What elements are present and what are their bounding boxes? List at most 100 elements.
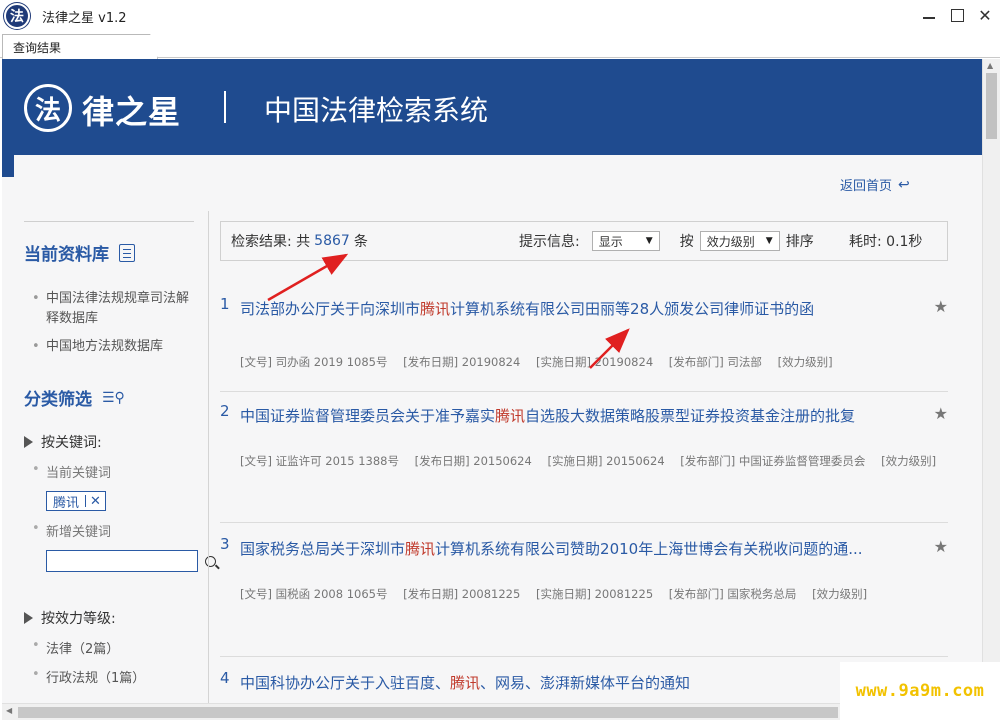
title-text: 国家税务总局关于深圳市 xyxy=(240,540,406,558)
title-text: 、网易、澎湃新媒体平台的通知 xyxy=(480,674,691,692)
summary-suffix: 条 xyxy=(353,234,368,250)
meta-publish-date: [发布日期] 20081225 xyxy=(403,587,521,601)
watermark: www.9a9m.com xyxy=(840,662,1000,720)
brand-logo-glyph: 法 xyxy=(34,95,61,126)
minimize-button[interactable] xyxy=(920,4,938,26)
title-text: 中国证券监督管理委员会关于准予嘉实 xyxy=(240,407,496,425)
keyword-tag: 腾讯 ✕ xyxy=(46,491,106,511)
result-item: 3 国家税务总局关于深圳市腾讯计算机系统有限公司赞助2010年上海世博会有关税收… xyxy=(220,523,948,657)
summary-prefix: 检索结果: 共 xyxy=(231,234,311,250)
app-logo-glyph: 法 xyxy=(10,9,24,25)
keyword-group-label: 按关键词: xyxy=(41,435,102,451)
display-options: 提示信息: 显示 ▼ 按 效力级别 ▼ 排序 xyxy=(519,231,814,251)
meta-doc-number: [文号] 证监许可 2015 1388号 xyxy=(240,454,399,468)
result-meta: [文号] 国税函 2008 1065号 [发布日期] 20081225 [实施日… xyxy=(240,586,948,602)
dropdown-arrow-icon: ▼ xyxy=(765,236,773,246)
favorite-star-icon[interactable]: ★ xyxy=(934,537,948,556)
keyword-highlight: 腾讯 xyxy=(450,674,481,692)
result-item: 1 司法部办公厅关于向深圳市腾讯计算机系统有限公司田丽等28人颁发公司律师证书的… xyxy=(220,295,948,392)
header-banner: 法 律之星 中国法律检索系统 xyxy=(2,59,982,155)
sort-select-value: 效力级别 xyxy=(706,234,755,249)
meta-department: [发布部门] 国家税务总局 xyxy=(668,587,797,601)
title-bar: 法 法律之星 v1.2 ✕ xyxy=(0,0,1000,32)
keyword-group-toggle[interactable]: 按关键词: xyxy=(24,432,194,452)
main-content: 返回首页 ↩ 当前资料库 中国法律法规规章司法解释数据库 中国地方法规数据库 分… xyxy=(2,155,982,703)
keyword-search-button[interactable] xyxy=(205,555,216,567)
scroll-up-icon[interactable]: ▲ xyxy=(987,61,993,70)
keyword-search-box xyxy=(46,550,216,572)
home-link-label: 返回首页 xyxy=(840,179,893,194)
close-icon: ✕ xyxy=(978,5,992,25)
app-logo-icon: 法 xyxy=(4,3,30,29)
title-text: 计算机系统有限公司田丽等28人颁发公司律师证书的函 xyxy=(450,300,815,318)
hint-label: 提示信息: xyxy=(519,234,580,250)
sidebar-divider xyxy=(24,221,194,222)
horizontal-scrollbar[interactable]: ◀ xyxy=(2,703,982,720)
favorite-star-icon[interactable]: ★ xyxy=(934,404,948,423)
keyword-highlight: 腾讯 xyxy=(495,407,526,425)
database-item[interactable]: 中国法律法规规章司法解释数据库 xyxy=(24,289,194,329)
minimize-icon xyxy=(923,17,935,19)
vertical-scroll-thumb[interactable] xyxy=(986,73,997,139)
elapsed-time: 耗时: 0.1秒 xyxy=(849,234,923,250)
result-item: 4 中国科协办公厅关于入驻百度、腾讯、网易、澎湃新媒体平台的通知 xyxy=(220,657,948,697)
result-title-link[interactable]: 中国证券监督管理委员会关于准予嘉实腾讯自选股大数据策略股票型证券投资基金注册的批… xyxy=(240,402,900,430)
tab-query-results[interactable]: 查询结果 xyxy=(2,34,158,59)
sort-select[interactable]: 效力级别 ▼ xyxy=(699,231,780,251)
meta-doc-number: [文号] 国税函 2008 1065号 xyxy=(240,587,388,601)
level-item[interactable]: 行政法规（1篇） xyxy=(24,667,194,686)
meta-department: [发布部门] 中国证券监督管理委员会 xyxy=(680,454,866,468)
filter-heading: 分类筛选 ☰⚲ xyxy=(24,385,194,411)
return-icon: ↩ xyxy=(898,176,910,193)
meta-level: [效力级别] xyxy=(777,355,833,369)
maximize-icon xyxy=(950,8,964,22)
result-number: 3 xyxy=(220,535,230,553)
sort-prefix: 按 xyxy=(679,234,694,250)
meta-publish-date: [发布日期] 20190824 xyxy=(403,355,521,369)
window-controls: ✕ xyxy=(920,4,994,26)
results-list: 1 司法部办公厅关于向深圳市腾讯计算机系统有限公司田丽等28人颁发公司律师证书的… xyxy=(220,295,948,697)
title-text: 司法部办公厅关于向深圳市 xyxy=(240,300,421,318)
banner-divider xyxy=(224,91,226,123)
favorite-star-icon[interactable]: ★ xyxy=(934,297,948,316)
remove-keyword-icon[interactable]: ✕ xyxy=(86,494,105,509)
result-meta: [文号] 证监许可 2015 1388号 [发布日期] 20150624 [实施… xyxy=(240,453,948,469)
meta-doc-number: [文号] 司办函 2019 1085号 xyxy=(240,355,388,369)
scroll-left-icon[interactable]: ◀ xyxy=(6,706,12,715)
level-group-toggle[interactable]: 按效力等级: xyxy=(24,608,194,628)
database-list: 中国法律法规规章司法解释数据库 中国地方法规数据库 xyxy=(24,289,194,357)
result-count: 5867 xyxy=(314,233,350,249)
result-title-link[interactable]: 中国科协办公厅关于入驻百度、腾讯、网易、澎湃新媒体平台的通知 xyxy=(240,669,900,697)
result-title-link[interactable]: 国家税务总局关于深圳市腾讯计算机系统有限公司赞助2010年上海世博会有关税收问题… xyxy=(240,535,900,563)
keyword-highlight: 腾讯 xyxy=(420,300,451,318)
result-meta: [文号] 司办函 2019 1085号 [发布日期] 20190824 [实施日… xyxy=(240,354,948,370)
meta-level: [效力级别] xyxy=(881,454,937,468)
database-heading-label: 当前资料库 xyxy=(24,245,109,265)
close-button[interactable]: ✕ xyxy=(976,4,994,26)
level-item[interactable]: 法律（2篇） xyxy=(24,638,194,657)
horizontal-scroll-thumb[interactable] xyxy=(18,707,838,718)
expand-triangle-icon xyxy=(24,436,33,448)
maximize-button[interactable] xyxy=(948,4,966,26)
result-number: 4 xyxy=(220,669,230,687)
database-item[interactable]: 中国地方法规数据库 xyxy=(24,337,194,357)
meta-effective-date: [实施日期] 20081225 xyxy=(535,587,654,601)
tab-strip: 查询结果 xyxy=(0,32,1000,59)
sidebar-results-divider xyxy=(208,211,209,703)
keyword-search-input[interactable] xyxy=(47,551,205,571)
meta-effective-date: [实施日期] 20190824 xyxy=(535,355,654,369)
meta-effective-date: [实施日期] 20150624 xyxy=(547,454,665,468)
hint-select[interactable]: 显示 ▼ xyxy=(591,231,660,251)
result-title-link[interactable]: 司法部办公厅关于向深圳市腾讯计算机系统有限公司田丽等28人颁发公司律师证书的函 xyxy=(240,295,900,323)
brand-logo-icon: 法 xyxy=(24,84,72,132)
meta-publish-date: [发布日期] 20150624 xyxy=(414,454,532,468)
result-item: 2 中国证券监督管理委员会关于准予嘉实腾讯自选股大数据策略股票型证券投资基金注册… xyxy=(220,392,948,523)
vertical-scrollbar[interactable]: ▲ xyxy=(982,59,1000,703)
result-number: 1 xyxy=(220,295,230,313)
home-link[interactable]: 返回首页 ↩ xyxy=(840,175,910,195)
sidebar: 当前资料库 中国法律法规规章司法解释数据库 中国地方法规数据库 分类筛选 ☰⚲ … xyxy=(24,221,216,686)
system-name: 中国法律检索系统 xyxy=(264,94,489,127)
database-heading: 当前资料库 xyxy=(24,240,194,265)
meta-level: [效力级别] xyxy=(812,587,868,601)
level-group-label: 按效力等级: xyxy=(41,611,116,627)
